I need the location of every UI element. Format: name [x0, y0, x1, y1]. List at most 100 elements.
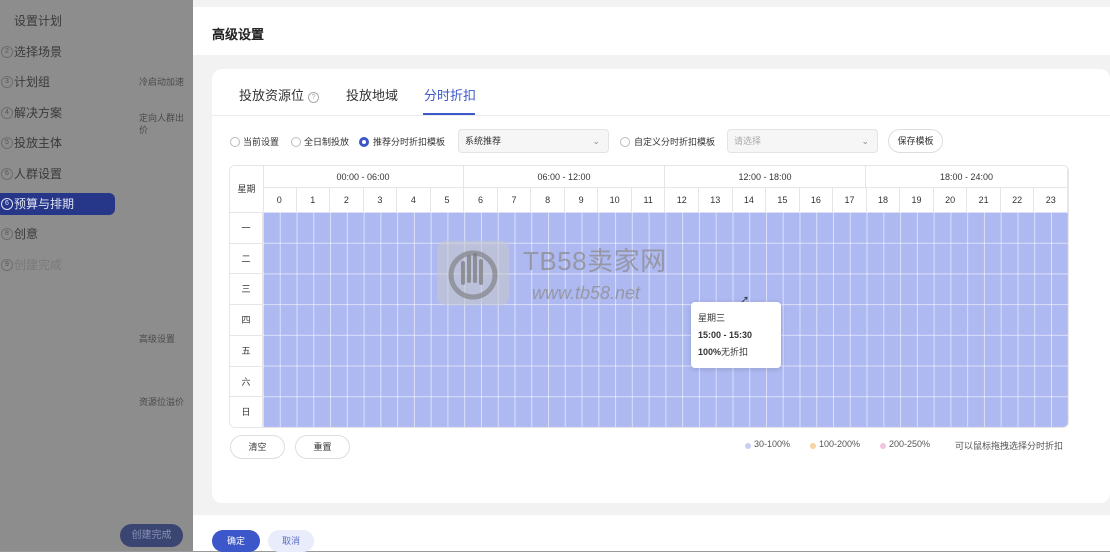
radio-recommended[interactable] [359, 137, 369, 147]
day-label: 二 [230, 242, 263, 274]
left-sidebar: 设置计划 2 选择场景 3 计划组 4 解决方案 5 投放主体 6 人群设置 6 预算与排期… [0, 0, 193, 551]
day-label: 一 [230, 212, 263, 243]
radio-current[interactable] [230, 137, 240, 147]
tab-label: 投放资源位 [239, 88, 305, 103]
range-header: 06:00 - 12:00 [464, 166, 665, 188]
option-all-day-label: 全日制投放 [304, 137, 350, 147]
clear-button[interactable]: 清空 [230, 435, 285, 459]
step-item[interactable]: 设置计划 [0, 6, 115, 37]
step-label: 选择场景 [14, 44, 63, 59]
tooltip-discount-value: 100% [698, 347, 722, 357]
form-label-advanced: 高级设置 [139, 334, 176, 344]
step-item[interactable]: 4 解决方案 [0, 98, 115, 129]
day-label: 六 [230, 365, 263, 397]
option-recommended-label: 推荐分时折扣模板 [373, 137, 446, 147]
hour-label: 9 [565, 188, 599, 212]
hour-label: 13 [699, 188, 733, 212]
step-label: 解决方案 [14, 105, 63, 120]
footer-bar: 确定 取消 [193, 515, 1110, 552]
recommended-template-select[interactable]: 系统推荐 ⌄ [458, 129, 609, 153]
step-item-active[interactable]: 6 预算与排期 [0, 193, 115, 215]
active-tab-indicator [423, 113, 475, 115]
step-number-icon: 6 [1, 167, 13, 180]
grid-header: 星期 00:00 - 06:00 06:00 - 12:00 12:00 - 1… [230, 166, 1068, 212]
step-number-icon: 9 [1, 258, 13, 271]
hour-label: 8 [531, 188, 565, 212]
step-item[interactable]: 5 投放主体 [0, 128, 115, 159]
hour-label: 2 [330, 188, 364, 212]
hour-label: 19 [900, 188, 934, 212]
advanced-settings-panel: 高级设置 投放资源位? 投放地域 分时折扣 当前设置 全日制投放 推荐分时折扣模… [193, 0, 1110, 552]
settings-card: 投放资源位? 投放地域 分时折扣 当前设置 全日制投放 推荐分时折扣模板 系统推… [212, 69, 1110, 503]
reset-button[interactable]: 重置 [295, 435, 350, 459]
form-label-cold-start: 冷启动加速 [139, 77, 185, 87]
legend-low: 30-100% [754, 439, 791, 449]
tab-resource-slot[interactable]: 投放资源位? [239, 85, 320, 104]
hour-label: 7 [498, 188, 532, 212]
create-complete-button[interactable]: 创建完成 [120, 524, 183, 547]
tab-region[interactable]: 投放地域 [346, 85, 398, 104]
hour-label: 11 [632, 188, 666, 212]
tab-time-discount[interactable]: 分时折扣 [424, 85, 476, 104]
question-icon[interactable]: ? [308, 92, 320, 103]
cancel-button[interactable]: 取消 [268, 530, 314, 552]
step-number-icon: 3 [1, 76, 13, 88]
grid-actions: 清空 重置 30-100% 100-200% 200-250% 可以鼠标拖拽选择… [212, 435, 1110, 459]
hand-logo-icon [437, 241, 509, 305]
save-template-button[interactable]: 保存模板 [888, 129, 943, 153]
step-label: 人群设置 [14, 166, 63, 181]
hour-label: 3 [364, 188, 398, 212]
day-label: 四 [230, 304, 263, 335]
panel-header: 高级设置 [193, 7, 1110, 55]
chevron-down-icon: ⌄ [861, 136, 869, 146]
custom-template-select[interactable]: 请选择 ⌄ [727, 129, 878, 153]
step-number-icon: 5 [1, 137, 13, 149]
radio-custom[interactable] [620, 137, 630, 147]
tab-bar: 投放资源位? 投放地域 分时折扣 [212, 69, 1110, 116]
legend-mid: 100-200% [819, 439, 861, 449]
watermark-brand: TB58卖家网 [523, 246, 667, 276]
range-header: 18:00 - 24:00 [866, 166, 1068, 188]
form-label-target-bid: 定向人群出价 [139, 113, 185, 135]
hour-label: 15 [766, 188, 800, 212]
hour-label: 10 [598, 188, 632, 212]
step-item[interactable]: 2 选择场景 [0, 37, 115, 68]
page-title: 高级设置 [212, 27, 265, 42]
template-options: 当前设置 全日制投放 推荐分时折扣模板 系统推荐 ⌄ 自定义分时折扣模板 请选择 ⌄… [212, 129, 1110, 155]
cell-tooltip: 星期三 15:00 - 15:30 100%无折扣 [691, 302, 781, 368]
hour-label: 20 [934, 188, 968, 212]
drag-hint: 可以鼠标拖拽选择分时折扣 [955, 441, 1064, 451]
legend-dot-low [745, 443, 751, 449]
range-header: 12:00 - 18:00 [665, 166, 866, 188]
watermark-url: www.tb58.net [532, 283, 641, 303]
step-label: 创意 [14, 227, 39, 241]
watermark: TB58卖家网 www.tb58.net [437, 241, 697, 309]
hour-label: 22 [1001, 188, 1035, 212]
step-item[interactable]: 6 人群设置 [0, 159, 115, 190]
hour-label: 16 [800, 188, 834, 212]
hour-label: 0 [263, 188, 297, 212]
option-custom-label: 自定义分时折扣模板 [634, 137, 716, 147]
hour-label: 21 [967, 188, 1001, 212]
hour-label: 4 [397, 188, 431, 212]
weekday-header: 星期 [230, 166, 264, 212]
hour-label: 23 [1034, 188, 1068, 212]
hour-label: 12 [666, 188, 700, 212]
confirm-button[interactable]: 确定 [212, 530, 260, 552]
hand-logo-graphic [448, 250, 498, 300]
select-placeholder: 请选择 [734, 136, 762, 146]
step-number-icon: 8 [1, 228, 13, 240]
step-item[interactable]: 9 创建完成 [0, 250, 115, 281]
select-value: 系统推荐 [465, 136, 502, 146]
step-label: 预算与排期 [14, 197, 75, 211]
range-header: 00:00 - 06:00 [263, 166, 464, 188]
radio-all-day[interactable] [291, 137, 301, 147]
step-label: 计划组 [14, 75, 51, 89]
tooltip-day: 星期三 [698, 313, 726, 323]
step-item[interactable]: 3 计划组 [0, 67, 115, 98]
step-item[interactable]: 8 创意 [0, 219, 115, 250]
legend-high: 200-250% [889, 439, 931, 449]
step-label: 投放主体 [14, 136, 63, 150]
step-number-icon: 6 [1, 198, 13, 210]
step-number-icon: 2 [1, 45, 13, 58]
